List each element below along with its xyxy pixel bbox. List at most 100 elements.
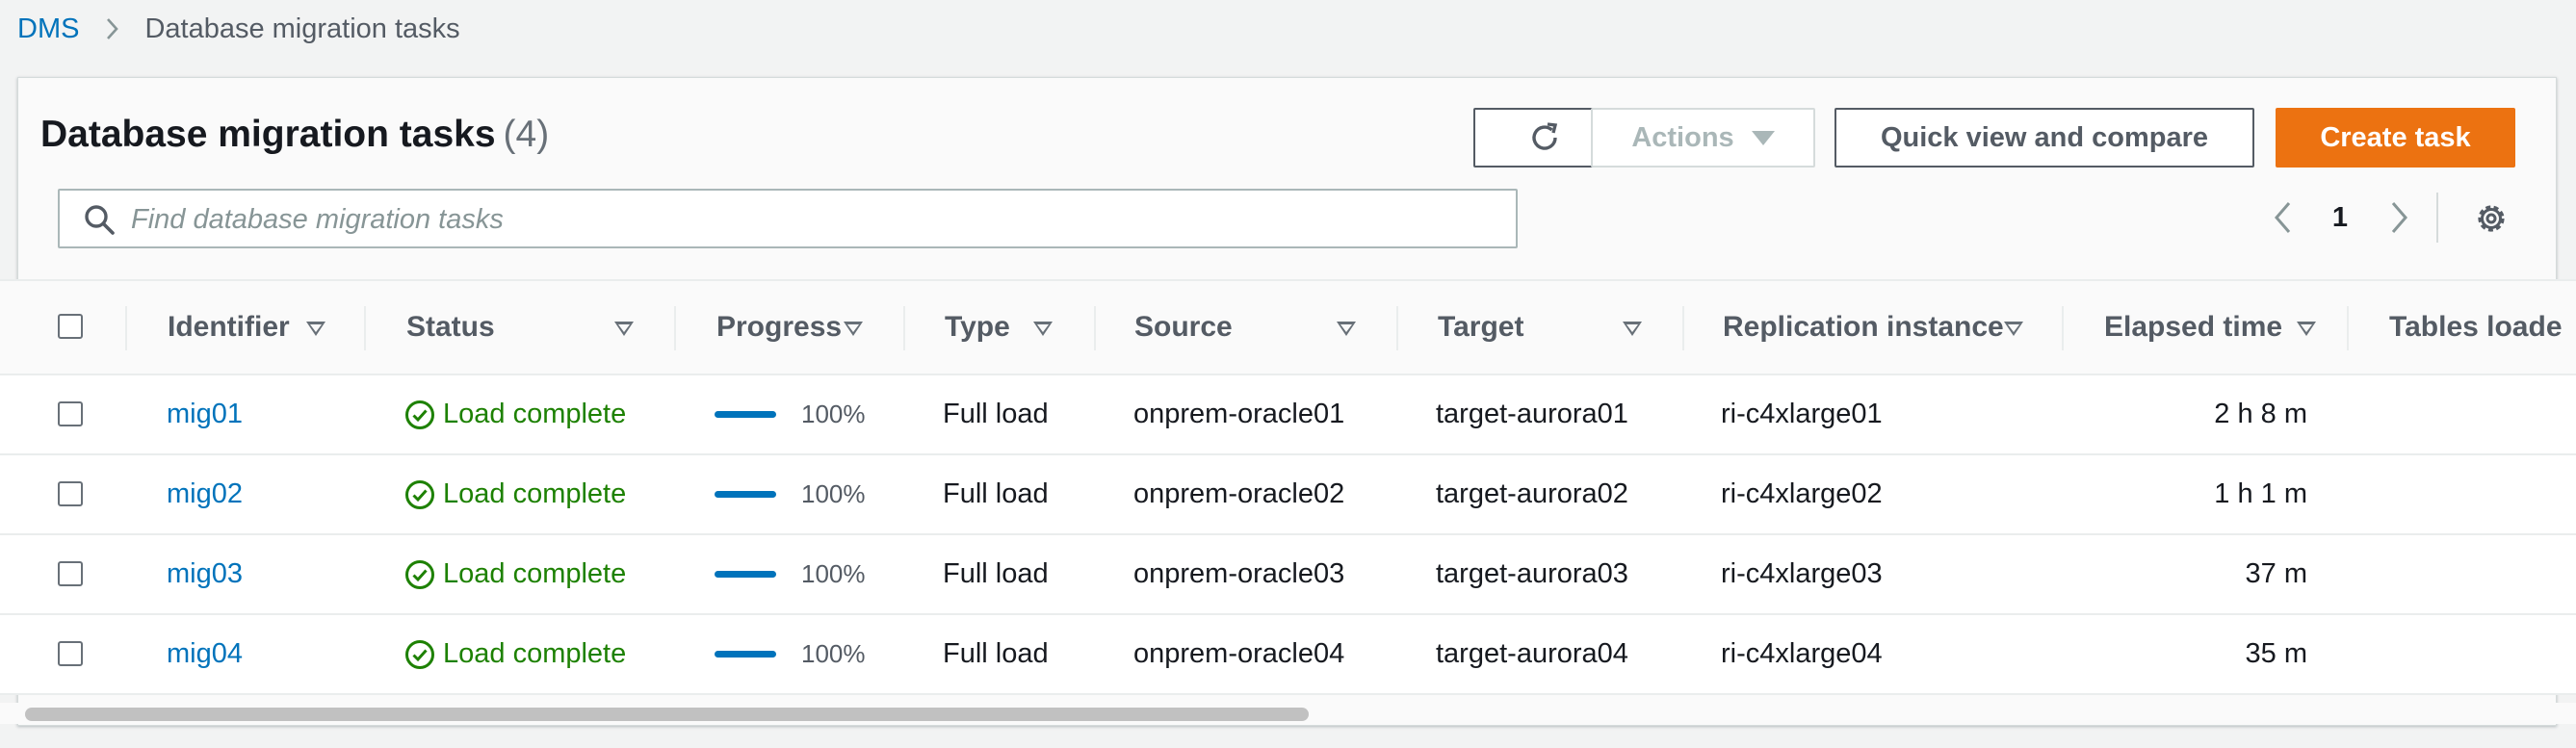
previous-page-button[interactable]: [2265, 198, 2300, 237]
column-header-target[interactable]: Target: [1438, 281, 1659, 374]
refresh-icon: [1532, 122, 1558, 150]
column-divider: [1396, 306, 1398, 350]
source-endpoint: onprem-oracle02: [1133, 478, 1345, 509]
progress-bar: [715, 571, 776, 578]
divider: [2436, 193, 2438, 243]
progress-indicator: 100%: [715, 455, 866, 533]
column-header-replication-instance[interactable]: Replication instance: [1723, 281, 2041, 374]
breadcrumb-dms-link[interactable]: DMS: [17, 13, 79, 45]
sort-icon[interactable]: [1623, 322, 1642, 336]
source-endpoint: onprem-oracle03: [1133, 558, 1345, 589]
table-header: Identifier Status Progress Type Source T…: [0, 279, 2576, 375]
sort-icon[interactable]: [1337, 322, 1356, 336]
status-indicator: Load complete: [404, 615, 626, 693]
page-title: Database migration tasks (4): [40, 114, 549, 156]
status-indicator: Load complete: [404, 455, 626, 533]
column-label: Identifier: [168, 311, 290, 343]
sort-icon[interactable]: [2004, 322, 2023, 336]
column-header-source[interactable]: Source: [1134, 281, 1356, 374]
column-divider: [2347, 306, 2349, 350]
column-divider: [1682, 306, 1684, 350]
replication-instance: ri-c4xlarge03: [1721, 558, 1883, 589]
create-task-button[interactable]: Create task: [2276, 108, 2515, 168]
table-row: mig02 Load complete 100% Full load onpre…: [0, 455, 2576, 535]
current-page-number[interactable]: 1: [2323, 198, 2357, 237]
elapsed-time: 35 m: [2245, 638, 2307, 669]
progress-indicator: 100%: [715, 375, 866, 453]
quick-view-compare-button[interactable]: Quick view and compare: [1834, 108, 2254, 168]
row-checkbox[interactable]: [58, 561, 83, 586]
sort-icon[interactable]: [2297, 322, 2316, 336]
replication-instance: ri-c4xlarge01: [1721, 399, 1883, 429]
column-label: Target: [1438, 311, 1524, 343]
progress-percent: 100%: [801, 559, 866, 588]
column-header-progress[interactable]: Progress: [716, 281, 909, 374]
breadcrumb: DMS Database migration tasks: [17, 10, 460, 48]
column-label: Progress: [716, 311, 843, 343]
progress-indicator: 100%: [715, 615, 866, 693]
column-divider: [125, 306, 127, 350]
target-endpoint: target-aurora03: [1436, 558, 1628, 589]
migration-type: Full load: [943, 558, 1049, 589]
column-divider: [674, 306, 676, 350]
column-header-type[interactable]: Type: [945, 281, 1089, 374]
migration-type: Full load: [943, 399, 1049, 429]
sort-icon[interactable]: [614, 322, 634, 336]
horizontal-scrollbar-thumb[interactable]: [25, 708, 1309, 721]
column-header-identifier[interactable]: Identifier: [168, 281, 370, 374]
task-identifier-link[interactable]: mig04: [167, 615, 243, 693]
migration-type: Full load: [943, 478, 1049, 509]
column-label: Status: [406, 311, 495, 343]
column-divider: [2062, 306, 2064, 350]
column-header-elapsed-time[interactable]: Elapsed time: [2104, 281, 2335, 374]
chevron-left-icon: [2275, 202, 2291, 233]
select-all-checkbox[interactable]: [58, 314, 83, 339]
sort-icon[interactable]: [844, 322, 863, 336]
table-row: mig04 Load complete 100% Full load onpre…: [0, 615, 2576, 695]
progress-bar-fill: [715, 651, 776, 658]
status-text: Load complete: [443, 478, 627, 509]
actions-dropdown[interactable]: Actions: [1591, 108, 1815, 168]
status-text: Load complete: [443, 638, 627, 669]
progress-indicator: 100%: [715, 535, 866, 613]
column-divider: [364, 306, 366, 350]
progress-percent: 100%: [801, 639, 866, 668]
next-page-button[interactable]: [2382, 198, 2417, 237]
task-identifier-link[interactable]: mig03: [167, 535, 243, 613]
progress-bar-fill: [715, 571, 776, 578]
progress-bar: [715, 651, 776, 658]
sort-icon[interactable]: [1033, 322, 1053, 336]
chevron-right-icon: [2391, 202, 2407, 233]
row-checkbox[interactable]: [58, 401, 83, 426]
row-checkbox[interactable]: [58, 641, 83, 666]
column-label: Elapsed time: [2104, 311, 2283, 343]
preferences-button[interactable]: [2473, 200, 2510, 237]
progress-bar: [715, 411, 776, 418]
status-success-icon: [405, 400, 434, 429]
status-indicator: Load complete: [404, 535, 626, 613]
target-endpoint: target-aurora01: [1436, 399, 1628, 429]
status-text: Load complete: [443, 558, 627, 589]
task-identifier-link[interactable]: mig02: [167, 455, 243, 533]
replication-instance: ri-c4xlarge04: [1721, 638, 1883, 669]
search-input[interactable]: [129, 196, 1481, 243]
status-indicator: Load complete: [404, 375, 626, 453]
task-identifier-link[interactable]: mig01: [167, 375, 243, 453]
chevron-right-icon: [100, 17, 123, 40]
caret-down-icon: [1751, 130, 1775, 145]
column-header-status[interactable]: Status: [406, 281, 647, 374]
target-endpoint: target-aurora04: [1436, 638, 1628, 669]
migration-type: Full load: [943, 638, 1049, 669]
replication-instance: ri-c4xlarge02: [1721, 478, 1883, 509]
column-label: Tables loade: [2389, 311, 2563, 343]
search-icon: [85, 205, 115, 235]
column-label: Source: [1134, 311, 1233, 343]
task-count: (4): [503, 114, 550, 155]
row-checkbox[interactable]: [58, 481, 83, 506]
page-title-text: Database migration tasks: [40, 114, 496, 155]
table-row: mig03 Load complete 100% Full load onpre…: [0, 535, 2576, 615]
progress-bar-fill: [715, 411, 776, 418]
sort-icon[interactable]: [306, 322, 325, 336]
progress-percent: 100%: [801, 479, 866, 508]
column-header-tables-loaded[interactable]: Tables loade: [2389, 281, 2572, 374]
